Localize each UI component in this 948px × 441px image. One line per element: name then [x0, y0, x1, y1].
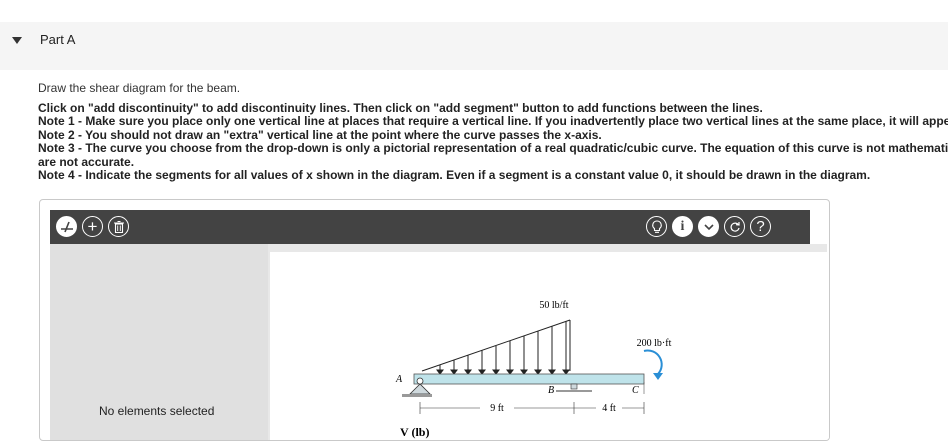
drawing-tool: + i ? No elements selected 50 lb/ft A B … — [39, 199, 830, 441]
note-4: Note 4 - Indicate the segments for all v… — [38, 169, 871, 183]
note-2: Note 2 - You should not draw an "extra" … — [38, 128, 602, 142]
reset-icon — [730, 221, 740, 232]
instructions: Click on "add discontinuity" to add disc… — [38, 102, 948, 182]
trash-icon — [113, 220, 124, 233]
add-discontinuity-icon — [60, 221, 73, 232]
point-c-label: C — [632, 385, 639, 396]
diagram-canvas[interactable]: 50 lb/ft A B C 200 lb·ft 9 ft 4 ft V (lb… — [270, 252, 829, 440]
info-button[interactable]: i — [672, 216, 693, 237]
info-icon: i — [680, 218, 685, 234]
load-arrows — [436, 321, 570, 375]
add-segment-button[interactable]: + — [82, 216, 103, 237]
instruction-line: Click on "add discontinuity" to add disc… — [38, 102, 763, 115]
hint-button[interactable] — [646, 216, 667, 237]
point-a-label: A — [395, 374, 403, 385]
dimension-ab-label: 9 ft — [490, 403, 504, 414]
help-icon: ? — [756, 218, 765, 235]
question-prompt: Draw the shear diagram for the beam. — [38, 81, 241, 95]
distributed-load-label: 50 lb/ft — [539, 300, 568, 311]
help-button[interactable]: ? — [750, 216, 771, 237]
note-3-continued: are not accurate. — [38, 155, 135, 169]
reset-button[interactable] — [724, 216, 745, 237]
beam-diagram: 50 lb/ft A B C 200 lb·ft 9 ft 4 ft V (lb… — [395, 300, 672, 439]
workspace: No elements selected 50 lb/ft A B C 200 … — [50, 244, 829, 440]
menu-dropdown-button[interactable] — [698, 216, 719, 237]
shear-axis-label: V (lb) — [400, 425, 429, 439]
properties-panel: No elements selected — [50, 244, 268, 440]
moment-arrow — [643, 349, 663, 375]
add-discontinuity-button[interactable] — [56, 216, 77, 237]
part-header[interactable]: Part A — [0, 22, 948, 70]
selection-status: No elements selected — [99, 404, 215, 418]
roller-support-b — [556, 383, 592, 392]
note-1: Note 1 - Make sure you place only one ve… — [38, 115, 948, 129]
previous-section-strip — [0, 0, 948, 23]
hint-lightbulb-icon — [651, 219, 662, 233]
moment-label: 200 lb·ft — [637, 338, 672, 349]
part-title: Part A — [40, 32, 76, 47]
point-b-label: B — [548, 385, 554, 396]
beam — [413, 373, 645, 385]
collapse-caret-icon[interactable] — [12, 37, 22, 44]
toolbar: + i ? — [50, 210, 810, 244]
dimension-bc-label: 4 ft — [602, 403, 616, 414]
add-segment-icon: + — [87, 217, 98, 236]
note-3: Note 3 - The curve you choose from the d… — [38, 142, 948, 156]
chevron-down-icon — [703, 223, 714, 230]
delete-button[interactable] — [108, 216, 129, 237]
